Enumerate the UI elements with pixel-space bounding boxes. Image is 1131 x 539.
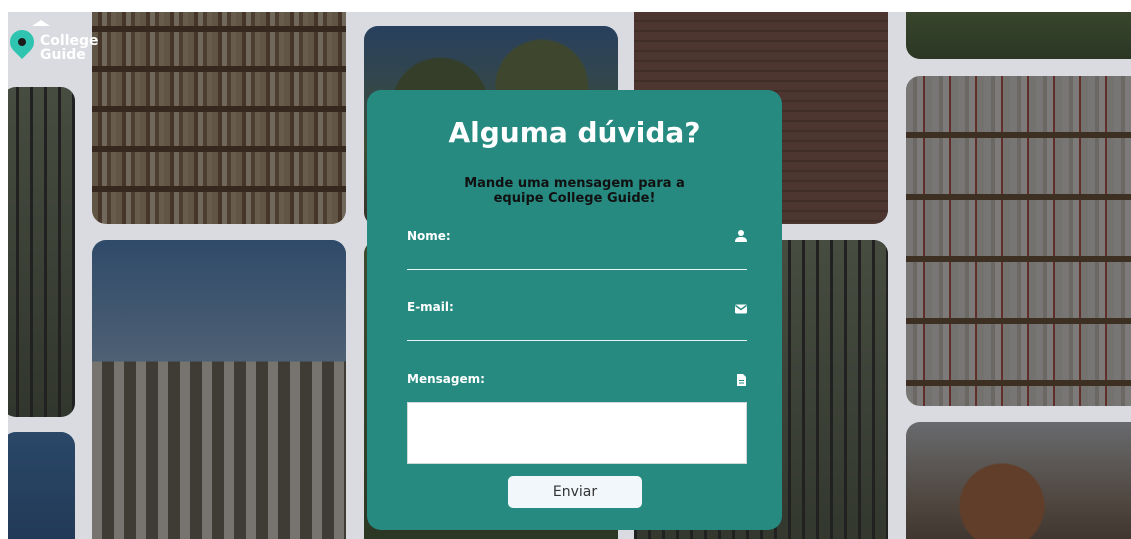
logo-line-2: Guide: [40, 47, 86, 63]
email-field[interactable]: [407, 318, 747, 340]
email-underline: [407, 340, 747, 341]
photo-autumn-campus: [906, 422, 1131, 539]
document-icon: [737, 374, 746, 386]
form-title: Alguma dúvida?: [448, 116, 701, 149]
message-textarea[interactable]: [407, 402, 747, 464]
photo-library-shelves: [92, 12, 346, 224]
name-label: Nome:: [407, 229, 451, 243]
photo-campus-building: [92, 240, 346, 539]
form-subtitle: Mande uma mensagem para a equipe College…: [367, 176, 782, 206]
logo-text: College Guide: [40, 34, 99, 62]
photo-bookcase-ladder: [906, 76, 1131, 406]
name-underline: [407, 269, 747, 270]
subtitle-line-1: Mande uma mensagem para a: [464, 176, 685, 191]
message-label: Mensagem:: [407, 372, 485, 386]
college-guide-logo[interactable]: College Guide: [5, 14, 118, 74]
logo-line-1: College: [40, 33, 99, 49]
photo-grass: [906, 12, 1131, 59]
name-field[interactable]: [407, 248, 747, 268]
user-icon: [735, 230, 747, 242]
envelope-icon: [735, 304, 747, 314]
subtitle-line-2: equipe College Guide!: [493, 191, 656, 206]
submit-button[interactable]: Enviar: [508, 476, 642, 508]
map-pin-icon: [5, 25, 39, 59]
email-label: E-mail:: [407, 300, 454, 314]
photo-gate: [8, 87, 75, 417]
graduation-cap-icon: [32, 20, 50, 26]
contact-form: Alguma dúvida? Mande uma mensagem para a…: [367, 90, 782, 530]
photo-sky: [8, 432, 75, 539]
